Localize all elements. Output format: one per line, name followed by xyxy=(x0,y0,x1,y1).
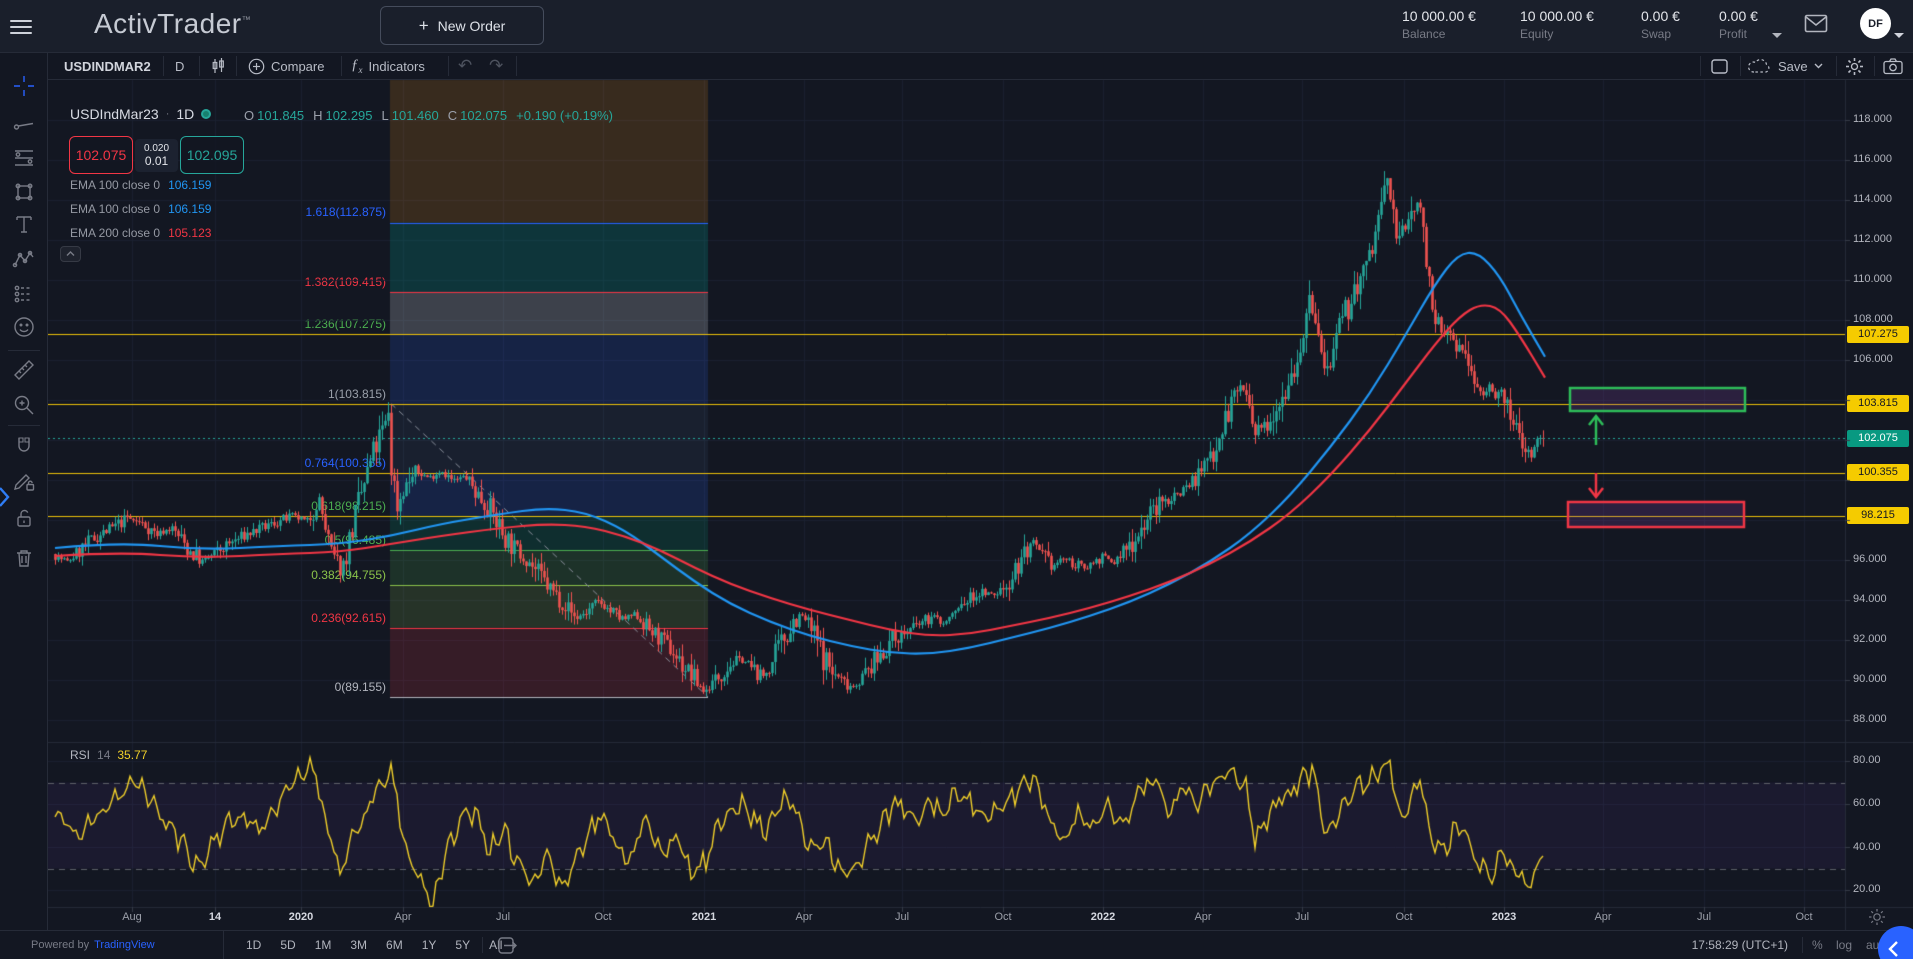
trash-tool[interactable] xyxy=(9,543,39,573)
market-open-dot xyxy=(201,109,211,119)
indicator-row[interactable]: EMA 100 close 0 106.159 xyxy=(70,202,211,216)
spread-indicator: 0.020 0.01 xyxy=(135,139,178,172)
ohlc-values: O101.845H102.295L101.460C102.075 +0.190 … xyxy=(244,108,613,123)
chart-toolbar: USDINDMAR2 D Compare ƒx Indicators ↶ ↷ xyxy=(48,53,1913,80)
rsi-legend[interactable]: RSI 14 35.77 xyxy=(70,748,147,762)
range-button[interactable]: 6M xyxy=(378,935,411,955)
log-scale-button[interactable]: log xyxy=(1836,938,1852,952)
compare-button[interactable]: Compare xyxy=(248,53,324,79)
price-change: +0.190 (+0.19%) xyxy=(516,108,613,123)
chart-legend[interactable]: USDIndMar23 · 1D xyxy=(70,106,211,122)
trend-line-tool[interactable] xyxy=(9,108,39,138)
account-dropdown-caret[interactable] xyxy=(1894,33,1904,38)
symbol-button[interactable]: USDINDMAR2 xyxy=(64,53,151,79)
chart-type-button[interactable] xyxy=(208,53,228,79)
account-stat: 0.00 € Swap xyxy=(1641,8,1680,41)
redo-button[interactable]: ↷ xyxy=(489,53,503,79)
text-tool[interactable] xyxy=(9,209,39,239)
screenshot-button[interactable] xyxy=(1883,53,1903,79)
cloud-save-icon xyxy=(1748,58,1772,75)
compare-plus-icon xyxy=(248,58,265,75)
forecast-tool[interactable] xyxy=(9,279,39,309)
range-button[interactable]: 3M xyxy=(342,935,375,955)
new-order-button[interactable]: + New Order xyxy=(380,6,544,45)
plus-icon: + xyxy=(419,16,429,36)
app-logo: ActivTrader™ xyxy=(94,8,251,40)
edit-lock-tool[interactable] xyxy=(9,466,39,496)
gear-icon xyxy=(1845,57,1864,76)
range-button[interactable]: 5D xyxy=(272,935,303,955)
menu-icon[interactable] xyxy=(10,16,32,38)
layout-square-icon xyxy=(1711,59,1728,74)
crosshair-tool[interactable] xyxy=(9,71,39,101)
lock-tool[interactable] xyxy=(9,503,39,533)
price-chart-canvas[interactable] xyxy=(0,0,1913,959)
sell-button[interactable]: 102.075 xyxy=(69,136,133,174)
avatar[interactable]: DF xyxy=(1860,8,1891,39)
profit-dropdown-caret[interactable] xyxy=(1772,33,1782,38)
chevron-down-icon xyxy=(1814,63,1823,69)
magnet-tool[interactable] xyxy=(9,431,39,461)
candlestick-icon xyxy=(208,56,228,76)
interval-button[interactable]: D xyxy=(175,53,184,79)
percent-scale-button[interactable]: % xyxy=(1812,938,1823,952)
clock: 17:58:29 (UTC+1) xyxy=(1692,938,1788,952)
show-panel-chevron-icon[interactable] xyxy=(0,486,10,508)
account-stat: 0.00 € Profit xyxy=(1719,8,1758,41)
save-button[interactable]: Save xyxy=(1748,53,1823,79)
fx-icon: ƒx xyxy=(351,57,363,75)
undo-button[interactable]: ↶ xyxy=(458,53,472,79)
app-header: ActivTrader™ + New Order 10 000.00 € Bal… xyxy=(0,0,1913,53)
legend-symbol: USDIndMar23 xyxy=(70,106,159,122)
chart-settings-button[interactable] xyxy=(1845,53,1864,79)
legend-timeframe: 1D xyxy=(176,106,194,122)
bottom-toolbar: Powered by TradingView 1D5D1M3M6M1Y5YAll… xyxy=(0,930,1913,959)
emoji-tool[interactable] xyxy=(9,312,39,342)
range-button[interactable]: 5Y xyxy=(447,935,478,955)
range-button[interactable]: 1M xyxy=(307,935,340,955)
fib-retracement-tool[interactable] xyxy=(9,143,39,173)
mail-icon[interactable] xyxy=(1804,14,1828,33)
theme-sun-icon[interactable] xyxy=(1868,908,1886,926)
range-button[interactable]: 1Y xyxy=(414,935,445,955)
indicators-button[interactable]: ƒx Indicators xyxy=(351,53,425,79)
tradingview-link[interactable]: TradingView xyxy=(94,939,155,951)
powered-by: Powered by TradingView xyxy=(0,931,224,959)
indicator-row[interactable]: EMA 100 close 0 106.159 xyxy=(70,178,211,192)
go-to-date-icon[interactable] xyxy=(498,937,518,954)
ruler-tool[interactable] xyxy=(9,355,39,385)
camera-icon xyxy=(1883,58,1903,75)
legend-collapse-button[interactable] xyxy=(60,246,81,262)
shapes-tool[interactable] xyxy=(9,177,39,207)
account-stat: 10 000.00 € Equity xyxy=(1520,8,1594,41)
buy-button[interactable]: 102.095 xyxy=(180,136,244,174)
layout-button[interactable] xyxy=(1711,53,1728,79)
range-button[interactable]: 1D xyxy=(238,935,269,955)
indicator-row[interactable]: EMA 200 close 0 105.123 xyxy=(70,226,211,240)
xabcd-pattern-tool[interactable] xyxy=(9,244,39,274)
zoom-in-tool[interactable] xyxy=(9,390,39,420)
account-stat: 10 000.00 € Balance xyxy=(1402,8,1476,41)
